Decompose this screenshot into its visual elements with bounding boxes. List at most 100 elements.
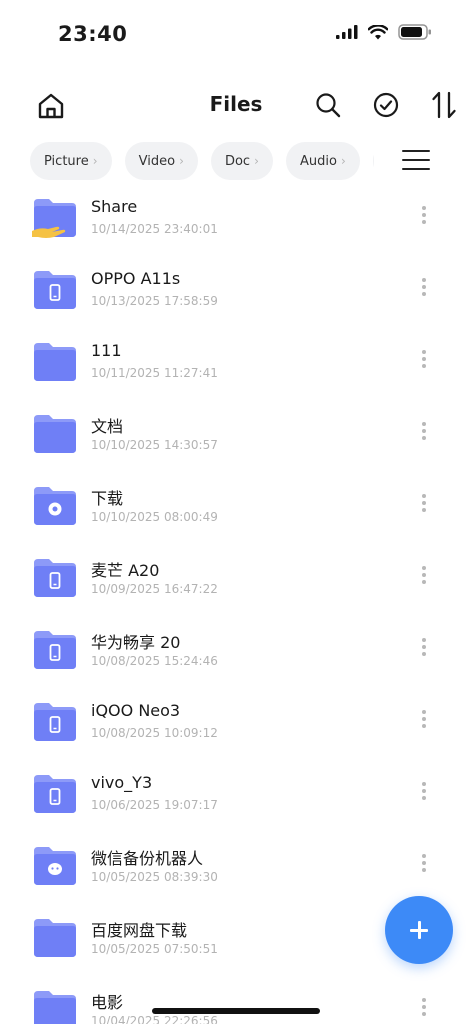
more-vertical-icon[interactable]	[418, 278, 430, 300]
file-row[interactable]: 华为畅享 20 10/08/2025 15:24:46	[0, 620, 472, 692]
more-vertical-icon[interactable]	[418, 566, 430, 588]
file-date: 10/10/2025 08:00:49	[91, 510, 218, 524]
folder-thumbnail	[32, 485, 78, 525]
folder-icon	[34, 991, 76, 1024]
file-row[interactable]: vivo_Y3 10/06/2025 19:07:17	[0, 764, 472, 836]
status-bar: 23:40	[0, 0, 472, 70]
file-name: iQOO Neo3	[91, 701, 181, 720]
sort-button[interactable]	[430, 89, 460, 121]
menu-button[interactable]	[402, 150, 430, 174]
file-name: 111	[91, 341, 122, 360]
folder-thumbnail	[32, 197, 78, 238]
chip-label: Doc	[224, 153, 251, 169]
device-folder-icon	[34, 559, 76, 597]
file-row[interactable]: 微信备份机器人 10/05/2025 08:39:30	[0, 836, 472, 908]
more-vertical-icon[interactable]	[418, 206, 430, 228]
wechat-folder-icon	[34, 847, 76, 885]
file-name: vivo_Y3	[91, 773, 153, 792]
file-name: 华为畅享 20	[91, 633, 181, 652]
file-name: 文档	[91, 417, 124, 436]
more-vertical-icon[interactable]	[418, 638, 430, 660]
file-date: 10/11/2025 11:27:41	[91, 366, 218, 380]
folder-icon	[34, 343, 76, 381]
more-vertical-icon[interactable]	[418, 494, 430, 516]
chip-more[interactable]: C	[372, 142, 374, 180]
file-date: 10/14/2025 23:40:01	[91, 222, 218, 236]
chip-label: Video	[138, 153, 176, 169]
download-folder-icon	[34, 487, 76, 525]
file-date: 10/08/2025 10:09:12	[91, 726, 218, 740]
file-list: Share 10/14/2025 23:40:01 OPPO A11s 10/1…	[0, 188, 472, 1024]
more-vertical-icon[interactable]	[418, 782, 430, 804]
file-row[interactable]: 111 10/11/2025 11:27:41	[0, 332, 472, 404]
file-date: 10/05/2025 07:50:51	[91, 942, 218, 956]
status-time: 23:40	[58, 22, 128, 46]
file-date: 10/06/2025 19:07:17	[91, 798, 218, 812]
file-name: 微信备份机器人	[91, 849, 204, 868]
folder-thumbnail	[32, 989, 78, 1024]
folder-thumbnail	[32, 917, 78, 957]
chip-picture[interactable]: Picture ›	[30, 142, 112, 180]
folder-thumbnail	[32, 341, 78, 381]
file-name: 下载	[91, 489, 124, 508]
chip-label: Audio	[300, 153, 337, 169]
file-row[interactable]: 下载 10/10/2025 08:00:49	[0, 476, 472, 548]
folder-thumbnail	[32, 413, 78, 453]
filter-chips: Picture› Video› Doc› Audio› C	[30, 142, 374, 182]
file-date: 10/10/2025 14:30:57	[91, 438, 218, 452]
folder-icon	[34, 919, 76, 957]
folder-thumbnail	[32, 269, 78, 309]
chevron-right-icon: ›	[92, 154, 98, 168]
more-vertical-icon[interactable]	[418, 350, 430, 372]
more-vertical-icon[interactable]	[418, 422, 430, 444]
file-row[interactable]: 文档 10/10/2025 14:30:57	[0, 404, 472, 476]
more-vertical-icon[interactable]	[418, 710, 430, 732]
file-name: 麦芒 A20	[91, 561, 160, 580]
device-folder-icon	[34, 775, 76, 813]
battery-icon	[398, 24, 431, 40]
file-name: 百度网盘下载	[91, 921, 188, 940]
page-title: Files	[209, 92, 263, 116]
file-name: 电影	[91, 993, 124, 1012]
home-indicator	[152, 1008, 320, 1014]
file-date: 10/05/2025 08:39:30	[91, 870, 218, 884]
search-button[interactable]	[314, 91, 342, 119]
file-row[interactable]: OPPO A11s 10/13/2025 17:58:59	[0, 260, 472, 332]
chevron-right-icon: ›	[340, 154, 346, 168]
add-button[interactable]	[385, 896, 453, 964]
file-date: 10/08/2025 15:24:46	[91, 654, 218, 668]
file-row[interactable]: 电影 10/04/2025 22:26:56	[0, 980, 472, 1024]
wifi-icon	[368, 24, 388, 39]
app-header: Files	[0, 80, 472, 130]
chip-label: Picture	[44, 153, 89, 169]
check-circle-icon	[373, 92, 399, 118]
device-folder-icon	[34, 271, 76, 309]
chip-audio[interactable]: Audio ›	[286, 142, 360, 180]
folder-thumbnail	[32, 701, 78, 741]
folder-thumbnail	[32, 557, 78, 597]
chip-doc[interactable]: Doc ›	[210, 142, 273, 180]
folder-thumbnail	[32, 845, 78, 885]
more-vertical-icon[interactable]	[418, 854, 430, 876]
shared-folder-icon	[32, 199, 76, 238]
signal-icon	[336, 25, 358, 39]
file-row[interactable]: 麦芒 A20 10/09/2025 16:47:22	[0, 548, 472, 620]
select-button[interactable]	[372, 91, 400, 119]
file-name: OPPO A11s	[91, 269, 181, 288]
status-icons	[336, 24, 432, 40]
chevron-right-icon: ›	[254, 154, 259, 168]
folder-thumbnail	[32, 773, 78, 813]
file-row[interactable]: iQOO Neo3 10/08/2025 10:09:12	[0, 692, 472, 764]
menu-icon	[402, 150, 430, 152]
file-row[interactable]: Share 10/14/2025 23:40:01	[0, 188, 472, 260]
device-folder-icon	[34, 631, 76, 669]
chip-video[interactable]: Video ›	[124, 142, 198, 180]
more-vertical-icon[interactable]	[418, 998, 430, 1020]
sort-icon	[432, 91, 456, 119]
folder-thumbnail	[32, 629, 78, 669]
device-folder-icon	[34, 703, 76, 741]
chevron-right-icon: ›	[179, 154, 184, 168]
folder-icon	[34, 415, 76, 453]
file-name: Share	[91, 197, 138, 216]
file-date: 10/09/2025 16:47:22	[91, 582, 218, 596]
